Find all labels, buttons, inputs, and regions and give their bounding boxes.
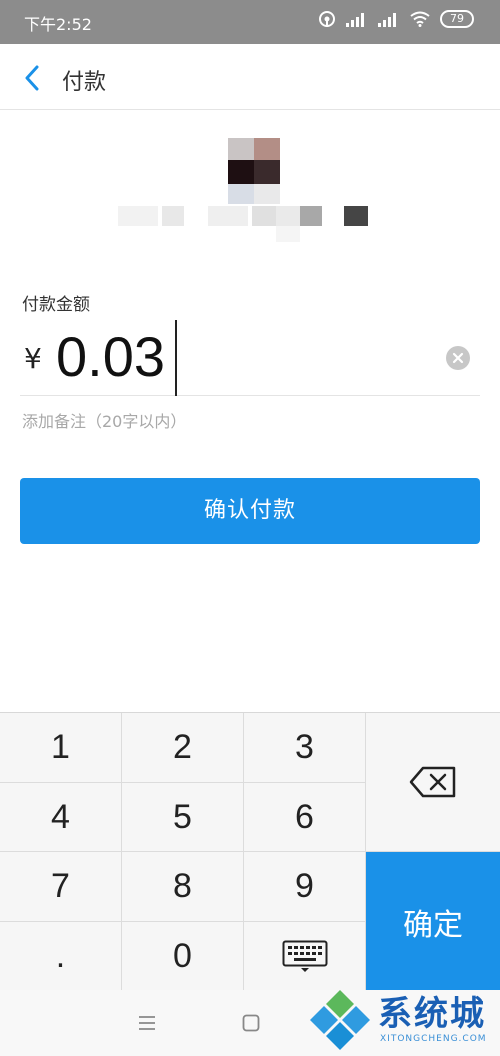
diamond-logo-icon	[310, 990, 370, 1050]
payee-name	[118, 206, 378, 242]
watermark-text: 系统城	[378, 994, 486, 1034]
amount-input[interactable]: ¥ 0.03	[20, 318, 480, 396]
confirm-payment-button[interactable]: 确认付款	[20, 478, 480, 544]
signal-icon	[346, 13, 364, 27]
home-icon	[242, 1014, 260, 1032]
key-5[interactable]: 5	[122, 783, 244, 852]
watermark-subtext: XITONGCHENG.COM	[380, 1034, 487, 1044]
wifi-icon	[410, 11, 430, 27]
status-time: 下午2:52	[24, 15, 92, 34]
menu-button[interactable]	[134, 1010, 160, 1036]
clear-amount-button[interactable]	[446, 346, 470, 370]
battery-icon: 79	[440, 10, 474, 28]
nav-bar: 付款	[0, 44, 500, 110]
payee-info	[0, 110, 500, 260]
page-title: 付款	[62, 70, 107, 95]
backspace-icon	[409, 766, 456, 798]
key-3[interactable]: 3	[244, 713, 366, 783]
hotspot-icon	[319, 11, 335, 27]
key-9[interactable]: 9	[244, 852, 366, 922]
amount-value: 0.03	[56, 325, 165, 388]
signal-icon-2	[378, 13, 396, 27]
keyboard-icon	[282, 940, 327, 972]
close-icon	[452, 352, 464, 364]
remark-input[interactable]: 添加备注（20字以内）	[22, 408, 186, 432]
key-0[interactable]: 0	[122, 922, 244, 991]
key-2[interactable]: 2	[122, 713, 244, 783]
text-caret	[175, 320, 177, 396]
currency-symbol: ¥	[24, 342, 42, 375]
numeric-keypad: 1 2 3 4 5 6 7 8 9 . 0 确定	[0, 712, 500, 991]
back-button[interactable]	[14, 60, 50, 96]
avatar	[228, 138, 280, 204]
key-7[interactable]: 7	[0, 852, 122, 922]
chevron-left-icon	[25, 65, 39, 91]
key-8[interactable]: 8	[122, 852, 244, 922]
watermark-logo: 系统城 XITONGCHENG.COM	[306, 984, 500, 1056]
status-bar: 下午2:52 79	[0, 0, 500, 44]
amount-label: 付款金额	[22, 295, 90, 315]
key-4[interactable]: 4	[0, 783, 122, 852]
hide-keyboard-key[interactable]	[244, 922, 366, 991]
menu-icon	[139, 1016, 155, 1030]
key-dot[interactable]: .	[0, 922, 122, 991]
home-button[interactable]	[238, 1010, 264, 1036]
backspace-key[interactable]	[366, 713, 500, 852]
keypad-confirm-button[interactable]: 确定	[366, 852, 500, 991]
status-icons: 79	[318, 10, 474, 28]
key-6[interactable]: 6	[244, 783, 366, 852]
key-1[interactable]: 1	[0, 713, 122, 783]
